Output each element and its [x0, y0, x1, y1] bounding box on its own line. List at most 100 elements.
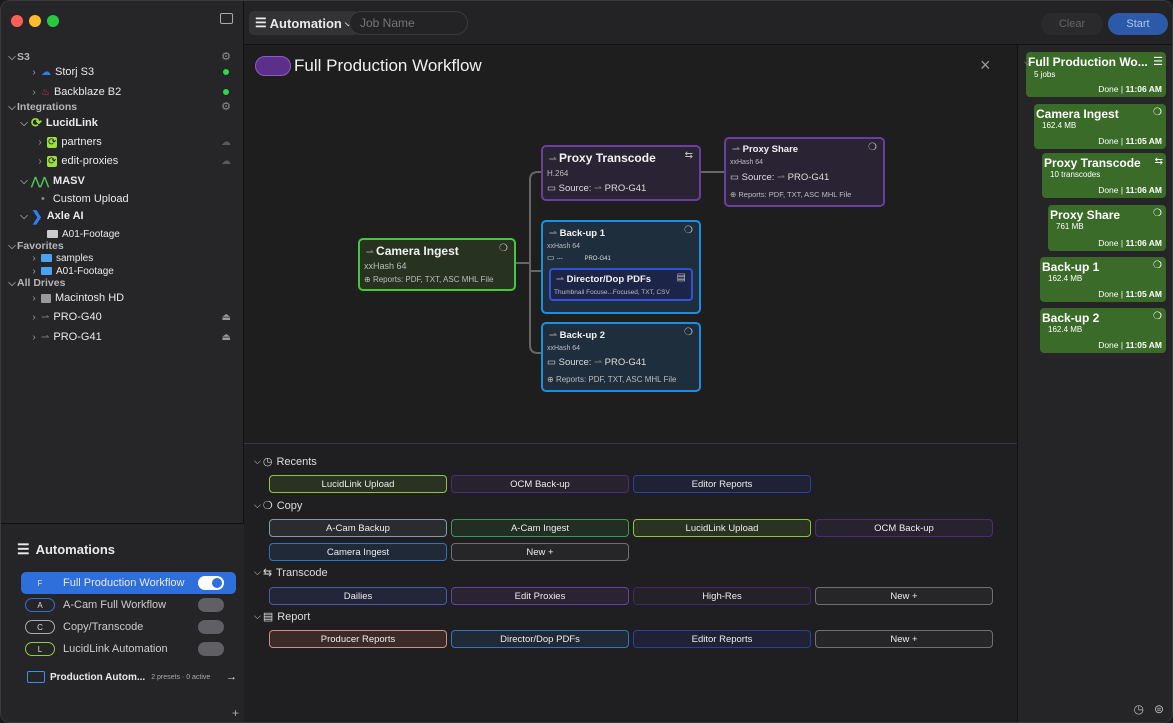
add-automation-button[interactable]: +: [232, 706, 239, 720]
preset-a-cam-ingest[interactable]: A-Cam Ingest: [451, 519, 629, 537]
external-drive-icon: ⇀: [41, 331, 50, 343]
copy-icon: ❍: [1153, 311, 1162, 322]
cloud-icon: ☁: [221, 156, 231, 167]
node-hash: xxHash 64: [547, 243, 581, 250]
node-backup-2[interactable]: ⇀ Back-up 2 ❍ xxHash 64 ▭ Source: ⇀ PRO-…: [541, 322, 701, 392]
job-proxy-share[interactable]: Proxy Share ❍ 761 MB Done | 11:06 AM: [1048, 205, 1166, 251]
preset-ocm-backup[interactable]: OCM Back-up: [815, 519, 993, 537]
bullet-icon: •: [41, 193, 45, 205]
job-backup-1[interactable]: Back-up 1 ❍ 162.4 MB Done | 11:05 AM: [1040, 257, 1166, 302]
automation-item-lucidlink[interactable]: L LucidLink Automation: [21, 638, 236, 660]
preset-editor-reports[interactable]: Editor Reports: [633, 630, 811, 648]
eject-icon[interactable]: ⏏: [222, 312, 231, 323]
new-copy-preset-button[interactable]: New +: [451, 543, 629, 561]
node-director-pdfs[interactable]: ⇀ Director/Dop PDFs ▤ Thumbnail Focuse..…: [549, 268, 693, 301]
drive-icon: ⇀: [732, 144, 743, 155]
preset-producer-reports[interactable]: Producer Reports: [269, 630, 447, 648]
history-icon[interactable]: ◷: [1134, 702, 1144, 716]
sidebar-item-custom-upload[interactable]: • Custom Upload: [41, 190, 129, 208]
preset-a-cam-backup[interactable]: A-Cam Backup: [269, 519, 447, 537]
job-backup-2[interactable]: Back-up 2 ❍ 162.4 MB Done | 11:05 AM: [1040, 308, 1166, 353]
transcode-icon: ⇆: [684, 150, 693, 161]
job-camera-ingest[interactable]: Camera Ingest ❍ 162.4 MB Done | 11:05 AM: [1034, 104, 1166, 149]
item-label: Custom Upload: [52, 193, 129, 205]
preset-ocm-backup[interactable]: OCM Back-up: [451, 475, 629, 493]
node-hash: xxHash 64: [730, 159, 764, 166]
zoom-window-button[interactable]: [47, 15, 59, 27]
item-label: Axle AI: [46, 210, 84, 222]
node-proxy-transcode[interactable]: ⇀ Proxy Transcode ⇆ H.264 ▭ Source: ⇀ PR…: [541, 145, 701, 201]
gear-icon[interactable]: ⚙: [221, 100, 231, 113]
preset-editor-reports[interactable]: Editor Reports: [633, 475, 811, 493]
section-report[interactable]: ⌵ ▤ Report: [254, 610, 310, 624]
automation-toggle[interactable]: [198, 598, 224, 612]
node-proxy-share[interactable]: ⇀ Proxy Share ❍ xxHash 64 ▭ Source: ⇀ PR…: [724, 137, 885, 207]
automation-toggle[interactable]: [198, 620, 224, 634]
preset-camera-ingest[interactable]: Camera Ingest: [269, 543, 447, 561]
app-window: ⌵ S3 ⚙ › ☁ Storj S3 › ♨ Backblaze B2 ⌵ Integra…: [0, 0, 1173, 723]
node-backup-1[interactable]: ⇀ Back-up 1 ❍ xxHash 64 ▭ --- PRO-G41 ⇀ …: [541, 220, 701, 314]
clear-button[interactable]: Clear: [1041, 13, 1103, 35]
section-copy[interactable]: ⌵ ❍ Copy: [254, 499, 302, 513]
sidebar-item-partners[interactable]: › ⟳ partners: [35, 133, 101, 151]
automation-toggle[interactable]: [198, 576, 224, 590]
eject-icon[interactable]: ⏏: [222, 332, 231, 343]
sidebar-item-macintosh-hd[interactable]: › Macintosh HD: [29, 289, 124, 307]
job-status: Done: [1098, 136, 1119, 146]
job-subtitle: 10 transcodes: [1050, 170, 1101, 179]
sidebar-toggle-icon[interactable]: [220, 13, 233, 24]
preset-dailies[interactable]: Dailies: [269, 587, 447, 605]
sidebar-item-lucidlink[interactable]: ⌵ ⟳ LucidLink: [19, 114, 98, 132]
job-list-panel: Full Production Wo... ☰ 5 jobs Done | 11…: [1017, 45, 1172, 722]
sidebar-item-masv[interactable]: ⌵ ⋀⋀ MASV: [19, 172, 85, 190]
automation-item-a-cam[interactable]: A A-Cam Full Workflow: [21, 594, 236, 616]
sidebar-item-pro-g40[interactable]: › ⇀ PRO-G40: [29, 308, 101, 326]
job-title: Camera Ingest: [1036, 107, 1119, 121]
preset-director-pdfs[interactable]: Director/Dop PDFs: [451, 630, 629, 648]
sidebar-item-axle[interactable]: ⌵ ❯ Axle AI: [19, 207, 84, 225]
job-title: Full Production Wo...: [1028, 55, 1148, 69]
section-recents[interactable]: ⌵ ◷ Recents: [254, 455, 317, 469]
automation-item-full-production[interactable]: F Full Production Workflow: [21, 572, 236, 594]
group-label: Integrations: [17, 101, 78, 113]
drive-icon: ⇀: [549, 228, 560, 239]
preset-high-res[interactable]: High-Res: [633, 587, 811, 605]
node-title: Camera Ingest: [376, 244, 459, 258]
job-title: Back-up 2: [1042, 311, 1100, 325]
mode-selector[interactable]: ☰ Automation ⌵: [249, 11, 358, 35]
preset-lucidlink-upload[interactable]: LucidLink Upload: [269, 475, 447, 493]
node-camera-ingest[interactable]: ⇀ Camera Ingest ❍ xxHash 64 ⊕ Reports: P…: [358, 238, 516, 291]
sidebar-item-edit-proxies[interactable]: › ⟳ edit-proxies: [35, 152, 118, 170]
job-full-production[interactable]: Full Production Wo... ☰ 5 jobs Done | 11…: [1026, 52, 1166, 97]
automation-item-copy-transcode[interactable]: C Copy/Transcode: [21, 616, 236, 638]
start-button[interactable]: Start: [1108, 13, 1168, 35]
new-transcode-preset-button[interactable]: New +: [815, 587, 993, 605]
workflow-canvas: Full Production Workflow × ⇀ Camera Inge…: [244, 45, 1017, 443]
gear-icon[interactable]: ⚙: [221, 50, 231, 63]
sidebar-group-s3[interactable]: ⌵ S3: [7, 48, 30, 66]
preset-lucidlink-upload[interactable]: LucidLink Upload: [633, 519, 811, 537]
job-proxy-transcode[interactable]: Proxy Transcode ⇆ 10 transcodes Done | 1…: [1042, 153, 1166, 198]
automation-toggle[interactable]: [198, 642, 224, 656]
automation-icon: ☰: [255, 15, 267, 30]
job-subtitle: 162.4 MB: [1048, 274, 1083, 283]
copy-icon: ❍: [1153, 208, 1162, 219]
filter-icon[interactable]: ⊜: [1154, 702, 1164, 716]
section-transcode[interactable]: ⌵ ⇆ Transcode: [254, 566, 328, 580]
minimize-window-button[interactable]: [29, 15, 41, 27]
chevron-down-icon: ⌵: [254, 611, 261, 621]
new-report-preset-button[interactable]: New +: [815, 630, 993, 648]
sidebar-item-storj[interactable]: › ☁ Storj S3: [29, 63, 94, 81]
arrow-right-icon[interactable]: →: [226, 671, 237, 683]
report-icon: ▤: [262, 611, 274, 623]
node-hash: xxHash 64: [547, 345, 581, 352]
close-window-button[interactable]: [11, 15, 23, 27]
chevron-down-icon[interactable]: ⌵: [1024, 57, 1031, 68]
cloud-icon: ☁: [221, 137, 231, 148]
preset-edit-proxies[interactable]: Edit Proxies: [451, 587, 629, 605]
node-title: Proxy Transcode: [559, 151, 656, 165]
node-reports: Reports: PDF, TXT, ASC MHL File: [372, 275, 494, 284]
job-name-input[interactable]: [349, 11, 468, 35]
sidebar-item-pro-g41[interactable]: › ⇀ PRO-G41: [29, 328, 101, 346]
automation-folder-row[interactable]: Production Autom... 2 presets · 0 active…: [27, 667, 237, 687]
